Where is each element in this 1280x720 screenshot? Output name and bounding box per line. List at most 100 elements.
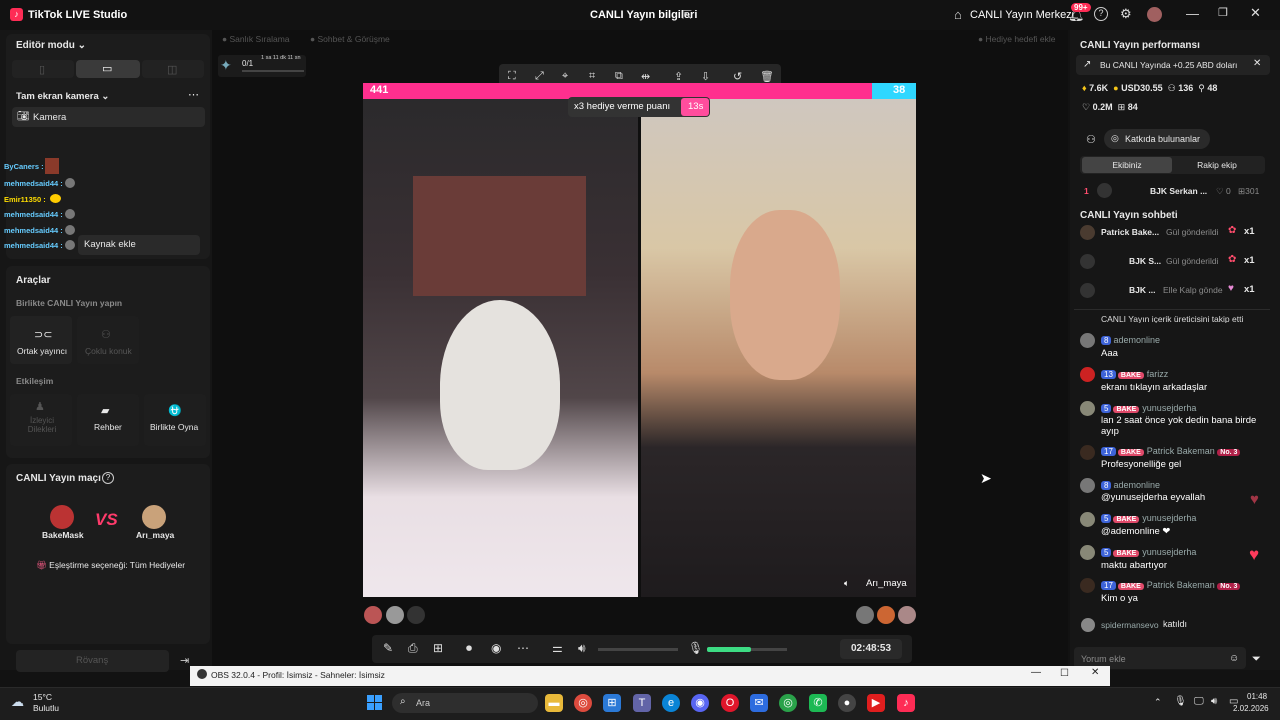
coin-icon: ● <box>1113 83 1119 93</box>
chat-cut-message: CANLI Yayın içerik üreticisini takip ett… <box>1101 314 1244 323</box>
app-title: TikTok LIVE Studio <box>28 9 128 21</box>
crop-icon[interactable]: ⌗ <box>589 70 595 83</box>
obs-taskbar-icon[interactable]: ● <box>838 694 856 712</box>
more-icon[interactable]: ⋯ <box>188 88 199 101</box>
fan-badge: BAKE <box>1113 516 1140 523</box>
obs-maximize-icon[interactable]: ☐ <box>1060 668 1069 679</box>
faint-tab-chat: ● Sohbet & Görüşme <box>310 34 390 44</box>
chrome-icon[interactable]: ◎ <box>574 694 592 712</box>
opera-icon[interactable]: O <box>721 694 739 712</box>
guide-button[interactable] <box>77 394 139 446</box>
chat-username[interactable]: Patrick Bakeman <box>1147 580 1215 590</box>
record-icon[interactable]: ⏺ <box>466 641 472 656</box>
exit-icon[interactable]: ⇥ <box>180 654 189 667</box>
chat-avatar <box>1080 333 1095 348</box>
mic-icon[interactable]: 🎙︎ <box>688 641 703 655</box>
copy-icon[interactable]: ⧉ <box>615 70 623 83</box>
chat-message: lan 2 saat önce yok dedin bana birde ayı… <box>1101 415 1257 437</box>
store-icon[interactable]: ⊞ <box>603 694 621 712</box>
portrait-layout-button[interactable]: ▯ <box>12 60 74 78</box>
restore-icon[interactable]: ❐ <box>1218 6 1228 19</box>
rematch-button[interactable]: Rövanş <box>16 650 169 672</box>
fit-icon[interactable]: ⛶ <box>508 70 516 83</box>
chrome-alt-icon[interactable]: ◎ <box>779 694 797 712</box>
teams-icon[interactable]: T <box>633 694 651 712</box>
edge-icon[interactable]: e <box>662 694 680 712</box>
chat-username[interactable]: ademonline <box>1113 480 1160 490</box>
fan-badge: BAKE <box>1117 372 1144 379</box>
youtube-icon[interactable]: ▶ <box>867 694 885 712</box>
chat-level: 17 <box>1101 581 1116 590</box>
overlay-avatar <box>65 178 75 188</box>
sliders-icon[interactable]: ⚌ <box>552 641 563 655</box>
whatsapp-icon[interactable]: ✆ <box>809 694 827 712</box>
layer-up-icon[interactable]: ⇪ <box>674 70 683 83</box>
layout-icon[interactable]: ⊞ <box>433 641 443 655</box>
scene-dropdown[interactable]: Tam ekran kamera ⌄ <box>16 91 109 102</box>
faint-tab-chat-label: Sohbet & Görüşme <box>317 34 390 44</box>
live-center-link[interactable]: CANLI Yayın Merkezi <box>970 9 1074 21</box>
chat-level: 5 <box>1101 548 1112 557</box>
chat-username[interactable]: yunusejderha <box>1142 513 1196 523</box>
chat-username[interactable]: yunusejderha <box>1142 403 1196 413</box>
editor-mode-dropdown[interactable]: Editör modu ⌄ <box>16 40 86 51</box>
overlay-user: mehmedsaid44 : <box>4 226 63 235</box>
tab-your-team[interactable]: Ekibiniz <box>1082 157 1172 173</box>
target-icon[interactable]: ◉ <box>491 641 501 655</box>
landscape-icon: ▭ <box>102 63 113 75</box>
split-layout-button[interactable]: ◫ <box>142 60 204 78</box>
screen-share-icon[interactable]: ⎙ <box>408 641 418 656</box>
filter-icon[interactable]: ⏷ <box>1252 653 1261 666</box>
magic-icon[interactable]: ✎ <box>383 641 393 655</box>
matching-option[interactable]: 🎁︎ Eşleştirme seçeneği: Tüm Hediyeler <box>36 560 185 571</box>
chevron-up-icon[interactable]: ⌃ <box>1154 697 1162 708</box>
gift-avatar <box>1080 225 1095 240</box>
mail-icon[interactable]: ✉ <box>750 694 768 712</box>
expand-icon[interactable]: ⤢ <box>535 70 544 83</box>
search-icon: ⌕ <box>400 696 406 707</box>
explorer-icon[interactable]: ▬ <box>545 694 563 712</box>
chat-message: ekranı tıklayın arkadaşlar <box>1101 382 1208 393</box>
more-icon[interactable]: ⋯ <box>517 641 529 655</box>
diamond-icon: ♦ <box>1082 83 1087 93</box>
speaker-slider[interactable] <box>598 648 678 651</box>
minimize-icon[interactable]: — <box>1186 6 1199 21</box>
chat-username[interactable]: Patrick Bakeman <box>1147 446 1215 456</box>
windows-start-icon[interactable] <box>366 694 384 712</box>
info-icon[interactable]: ? <box>102 472 114 484</box>
play-together-button[interactable] <box>144 394 206 446</box>
gift-banner-text: x3 hediye verme puanı <box>574 101 671 112</box>
fan-badge: BAKE <box>1113 550 1140 557</box>
layer-down-icon[interactable]: ⇩ <box>701 70 710 83</box>
emoji-icon[interactable]: ☺ <box>1229 653 1239 664</box>
flip-icon[interactable]: ⇹ <box>641 70 650 83</box>
volume-icon: 🔈︎ <box>844 578 850 588</box>
speaker-icon[interactable]: 🔊︎ <box>578 641 586 656</box>
rotate-icon[interactable]: ↺ <box>733 70 742 83</box>
chat-username[interactable]: ademonline <box>1113 335 1160 345</box>
tiktok-taskbar-icon[interactable]: ♪ <box>897 694 915 712</box>
join-name[interactable]: spidermansevo <box>1101 620 1159 630</box>
discord-icon[interactable]: ◉ <box>691 694 709 712</box>
taskbar-search[interactable] <box>392 693 538 713</box>
contributors-label: Katkıda bulunanlar <box>1125 134 1201 144</box>
center-icon[interactable]: ⌖ <box>562 70 568 83</box>
obs-close-icon[interactable]: ✕ <box>1091 667 1099 678</box>
add-source-button[interactable]: Kaynak ekle <box>78 235 200 255</box>
landscape-layout-button[interactable]: ▭ <box>76 60 140 78</box>
profile-avatar[interactable] <box>1147 7 1162 22</box>
obs-minimize-icon[interactable]: — <box>1031 667 1041 678</box>
gear-icon[interactable]: ⚙ <box>1120 6 1132 22</box>
chat-username[interactable]: yunusejderha <box>1142 547 1196 557</box>
obs-logo-icon <box>197 669 207 679</box>
close-icon[interactable]: ✕ <box>1250 5 1261 21</box>
trash-icon[interactable]: 🗑︎ <box>760 70 774 83</box>
share-icon[interactable]: ⇱ <box>682 8 692 22</box>
close-promo-icon[interactable]: ✕ <box>1253 58 1261 69</box>
chevron-down-icon: ⌄ <box>77 40 87 51</box>
play-together-label: Birlikte Oyna <box>150 422 199 432</box>
help-icon[interactable]: ? <box>1094 7 1108 21</box>
tab-rival-team[interactable]: Rakip ekip <box>1172 157 1262 173</box>
chat-message: @yunusejderha eyvallah <box>1101 492 1206 503</box>
chat-username[interactable]: farizz <box>1147 369 1169 379</box>
